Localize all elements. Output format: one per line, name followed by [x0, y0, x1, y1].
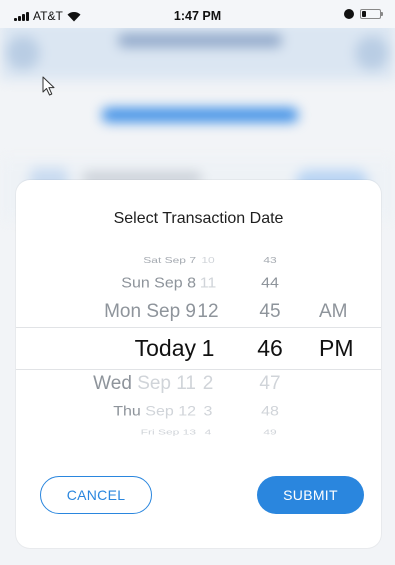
picker-date: Sat Sep 7 — [143, 254, 196, 266]
background-header — [0, 20, 395, 80]
picker-ampm: PM — [319, 335, 354, 361]
background-date — [102, 108, 298, 122]
status-time: 1:47 PM — [173, 9, 222, 23]
picker-row[interactable]: Fri Sep 13 4 49 — [16, 424, 381, 441]
picker-row-selected[interactable]: Today 1 46 PM — [16, 332, 381, 364]
picker-date: Wed Sep 11 — [93, 370, 196, 398]
picker-hour: 4 — [204, 427, 212, 437]
selection-top-line — [16, 327, 381, 328]
picker-hour: 1 — [201, 335, 215, 361]
picker-hour: 2 — [202, 373, 214, 394]
picker-date-day: Sep 12 — [145, 404, 196, 420]
modal-title: Select Transaction Date — [113, 210, 284, 227]
picker-date: Fri Sep 13 — [140, 427, 196, 437]
status-right — [344, 9, 383, 19]
picker-date-day: Sep 11 — [137, 373, 196, 394]
status-bar: AT&T 1:47 PM — [0, 0, 395, 28]
alarm-icon — [344, 9, 354, 19]
background-title — [118, 34, 282, 47]
picker-date: Today — [134, 335, 196, 361]
picker-date-weekday: Thu — [113, 404, 141, 420]
cancel-button[interactable]: CANCEL — [40, 476, 152, 514]
picker-row[interactable]: Mon Sep 9 12 45 AM — [16, 298, 381, 326]
picker-date: Mon Sep 9 — [104, 301, 196, 322]
picker-row[interactable]: Sun Sep 8 11 44 — [16, 271, 381, 296]
picker-ampm: AM — [319, 301, 348, 322]
date-time-picker[interactable]: Sat Sep 7 10 43 Sun Sep 8 11 44 Mon Sep … — [16, 242, 381, 442]
picker-minute: 47 — [259, 373, 281, 394]
picker-date: Thu Sep 12 — [113, 400, 196, 425]
picker-minute: 43 — [263, 254, 277, 266]
picker-row[interactable]: Thu Sep 12 3 48 — [16, 400, 381, 425]
date-picker-modal: Select Transaction Date Sat Sep 7 10 43 … — [16, 180, 381, 548]
picker-row[interactable]: Sat Sep 7 10 43 — [16, 250, 381, 270]
picker-hour: 10 — [201, 254, 215, 266]
picker-hour: 12 — [197, 301, 219, 322]
picker-minute: 48 — [261, 404, 279, 420]
picker-date-weekday: Wed — [93, 373, 132, 394]
mouse-cursor-icon — [42, 76, 55, 96]
picker-minute: 46 — [257, 335, 283, 361]
background-left-button — [6, 36, 40, 70]
picker-hour: 11 — [199, 275, 217, 292]
picker-hour: 3 — [203, 404, 213, 420]
battery-icon — [360, 9, 383, 19]
picker-date: Sun Sep 8 — [121, 275, 196, 292]
picker-row[interactable]: Wed Sep 11 2 47 — [16, 370, 381, 398]
background-right-button — [355, 36, 389, 70]
submit-button[interactable]: SUBMIT — [257, 476, 364, 514]
picker-minute: 44 — [261, 275, 279, 292]
picker-minute: 45 — [259, 301, 281, 322]
picker-minute: 49 — [263, 427, 277, 437]
